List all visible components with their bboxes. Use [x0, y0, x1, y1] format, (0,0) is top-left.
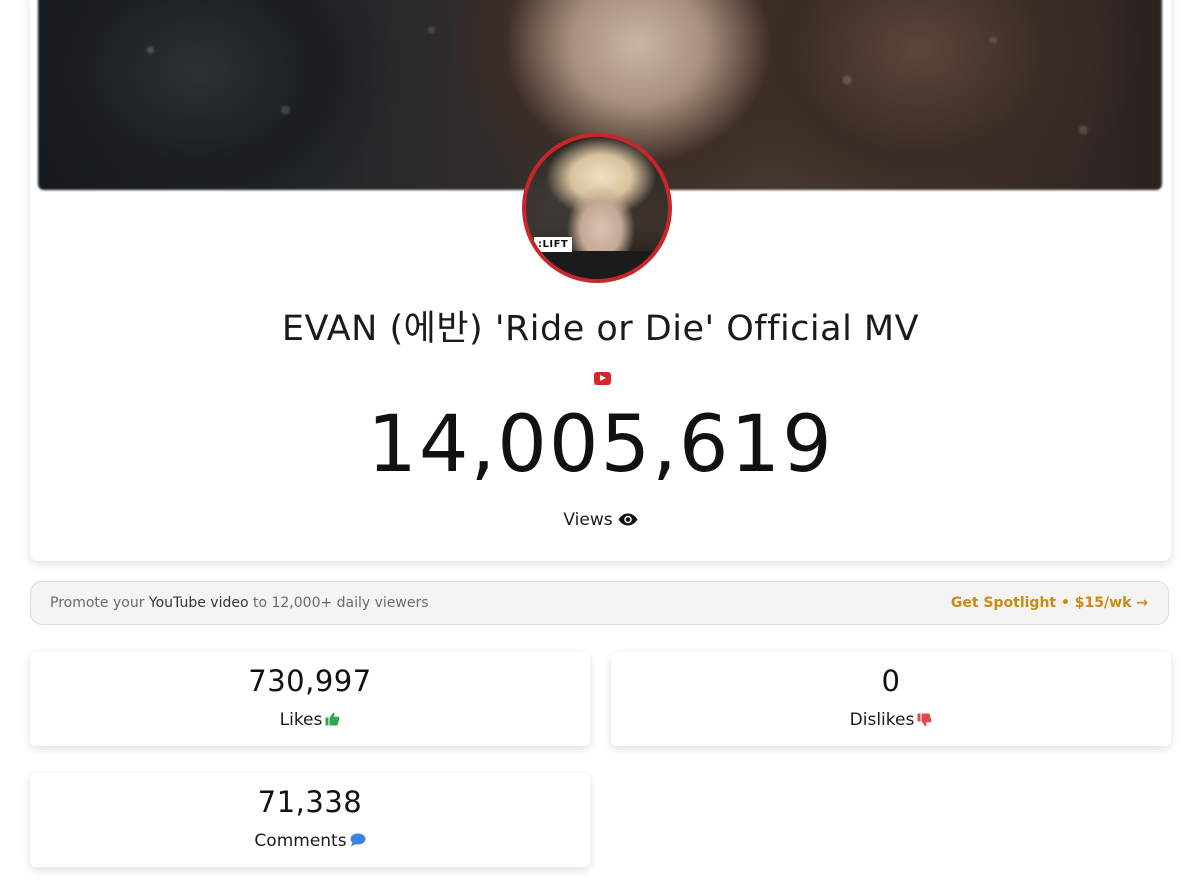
dislikes-count: 0	[881, 664, 901, 698]
promo-emphasis: YouTube video	[148, 595, 249, 611]
thumbs-up-icon	[325, 712, 340, 726]
dislikes-label: Dislikes	[849, 710, 915, 730]
video-title: EVAN (에반) 'Ride or Die' Official MV	[281, 309, 920, 349]
channel-avatar[interactable]: :LIFT	[522, 133, 672, 283]
thumbs-down-icon	[917, 713, 932, 727]
comments-count: 71,338	[257, 785, 363, 819]
likes-count: 730,997	[248, 664, 372, 698]
comments-card: 71,338 Comments	[30, 773, 590, 867]
comments-label: Comments	[254, 831, 347, 851]
promo-banner: Promote your YouTube video to 12,000+ da…	[30, 581, 1169, 625]
views-label-row: Views	[30, 510, 1171, 530]
dislikes-card: 0 Dislikes	[611, 652, 1171, 746]
views-count: 14,005,619	[367, 400, 834, 490]
video-card: :LIFT EVAN (에반) 'Ride or Die' Official M…	[30, 0, 1171, 561]
page: :LIFT EVAN (에반) 'Ride or Die' Official M…	[0, 0, 1200, 883]
comment-icon	[350, 833, 366, 847]
likes-card: 730,997 Likes	[30, 652, 590, 746]
eye-icon	[618, 513, 637, 526]
promo-text: Promote your YouTube video to 12,000+ da…	[50, 595, 429, 611]
likes-label: Likes	[279, 710, 323, 730]
get-spotlight-link[interactable]: Get Spotlight • $15/wk →	[951, 595, 1148, 611]
youtube-icon[interactable]	[594, 372, 611, 385]
avatar-tag-label: :LIFT	[534, 237, 573, 252]
views-label: Views	[563, 510, 613, 530]
